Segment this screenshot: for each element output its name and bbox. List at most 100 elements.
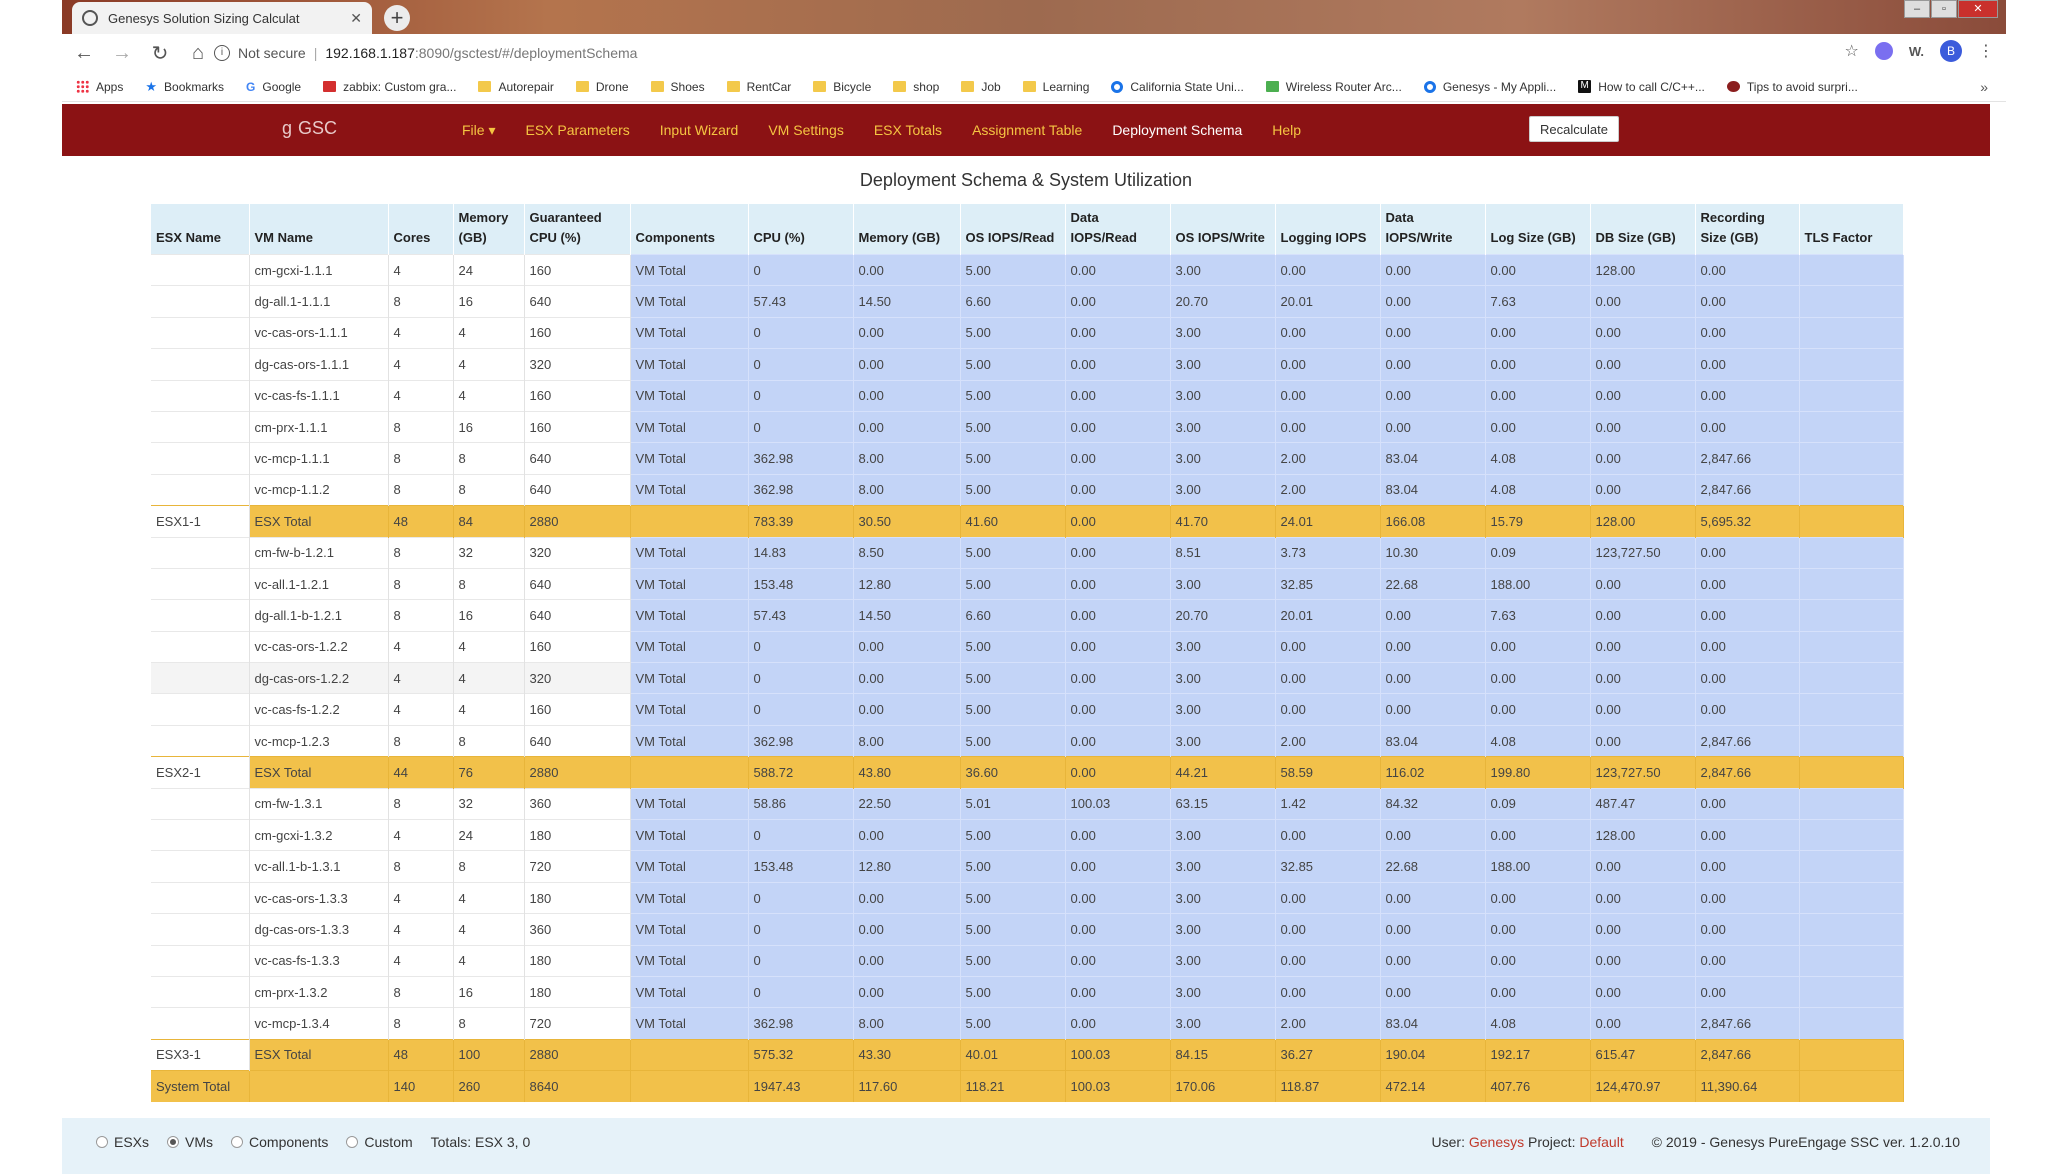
gsc-logo[interactable]: ɡ GSC: [282, 118, 337, 139]
column-header[interactable]: Memory (GB): [853, 204, 961, 255]
minimize-icon[interactable]: –: [1904, 0, 1930, 18]
vm-row[interactable]: vc-cas-fs-1.2.2 4 4 160 VM Total 0 0.00 5.00 0.0…: [151, 693, 1904, 726]
column-header[interactable]: VM Name: [249, 204, 389, 255]
vm-row[interactable]: vc-cas-fs-1.3.3 4 4 180 VM Total 0 0.00 5.00 0.0…: [151, 944, 1904, 977]
bookmark-item[interactable]: Wireless Router Arc...: [1265, 80, 1402, 94]
forward-arrow-icon[interactable]: →: [106, 42, 138, 65]
reload-icon[interactable]: ↻: [144, 41, 176, 66]
table-cell: vc-all.1-b-1.3.1: [249, 850, 389, 883]
bookmark-item[interactable]: G Google: [246, 80, 301, 94]
menu-item-file[interactable]: File ▾: [462, 122, 495, 139]
column-header[interactable]: DB Size (GB): [1590, 204, 1696, 255]
extension-icon[interactable]: [1874, 42, 1893, 60]
column-header[interactable]: ESX Name: [151, 204, 250, 255]
vm-row[interactable]: vc-mcp-1.3.4 8 8 720 VM Total 362.98 8.00 5.00 0…: [151, 1007, 1904, 1040]
vm-row[interactable]: cm-prx-1.1.1 8 16 160 VM Total 0 0.00 5.00 0.00 3…: [151, 410, 1904, 443]
menu-item-input-wizard[interactable]: Input Wizard: [660, 122, 739, 138]
radio-label[interactable]: VMs: [185, 1134, 213, 1150]
vm-row[interactable]: dg-cas-ors-1.3.3 4 4 360 VM Total 0 0.00 5.00 0.…: [151, 913, 1904, 946]
close-tab-icon[interactable]: ✕: [350, 10, 362, 27]
vm-row[interactable]: vc-mcp-1.1.1 8 8 640 VM Total 362.98 8.00 5.00 0…: [151, 442, 1904, 475]
vm-row[interactable]: dg-all.1-b-1.2.1 8 16 640 VM Total 57.43 14.50…: [151, 599, 1904, 632]
vm-row[interactable]: vc-cas-fs-1.1.1 4 4 160 VM Total 0 0.00 5.00 0.0…: [151, 379, 1904, 412]
menu-item-assignment-table[interactable]: Assignment Table: [972, 122, 1082, 138]
browser-menu-icon[interactable]: ⋮: [1978, 41, 1994, 61]
radio-vms[interactable]: [167, 1136, 180, 1148]
column-header[interactable]: Guaranteed CPU (%): [524, 204, 631, 255]
column-header[interactable]: Logging IOPS: [1275, 204, 1381, 255]
bookmark-item[interactable]: Shoes: [650, 80, 705, 94]
vm-row[interactable]: dg-all.1-1.1.1 8 16 640 VM Total 57.43 14.50 6.…: [151, 285, 1904, 318]
vm-row[interactable]: dg-cas-ors-1.2.2 4 4 320 VM Total 0 0.00 5.00 0.…: [151, 662, 1904, 694]
recalculate-button[interactable]: Recalculate: [1529, 116, 1619, 142]
bookmark-item[interactable]: M How to call C/C++...: [1578, 80, 1705, 94]
radio-custom[interactable]: [346, 1136, 359, 1148]
vm-row[interactable]: vc-cas-ors-1.2.2 4 4 160 VM Total 0 0.00 5.00 0.…: [151, 630, 1904, 663]
column-header[interactable]: OS IOPS/Write: [1170, 204, 1276, 255]
bookmark-item[interactable]: RentCar: [726, 80, 791, 94]
radio-label[interactable]: ESXs: [114, 1134, 149, 1150]
maximize-icon[interactable]: ▫: [1931, 0, 1957, 18]
bookmark-item[interactable]: Learning: [1022, 80, 1089, 94]
bookmark-item[interactable]: Tips to avoid surpri...: [1726, 80, 1858, 94]
column-header[interactable]: Recording Size (GB): [1695, 204, 1800, 255]
vm-row[interactable]: vc-cas-ors-1.1.1 4 4 160 VM Total 0 0.00 5.00 0.…: [151, 316, 1904, 349]
vm-row[interactable]: cm-fw-1.3.1 8 32 360 VM Total 58.86 22.50 5.01 1…: [151, 787, 1904, 820]
close-window-icon[interactable]: ✕: [1958, 0, 1998, 18]
vm-row[interactable]: cm-fw-b-1.2.1 8 32 320 VM Total 14.83 8.50 5.00…: [151, 536, 1904, 569]
column-header[interactable]: Data IOPS/Read: [1065, 204, 1171, 255]
table-cell: 41.70: [1170, 505, 1276, 538]
bookmark-item[interactable]: Bicycle: [813, 80, 871, 94]
vm-row[interactable]: cm-gcxi-1.1.1 4 24 160 VM Total 0 0.00 5.00 0.00…: [151, 253, 1904, 286]
bookmark-item[interactable]: Drone: [575, 80, 629, 94]
esx-total-row[interactable]: ESX1-1 ESX Total 48 84 2880 783.39 30.50 41.60 0…: [151, 505, 1904, 538]
bookmark-item[interactable]: Job: [961, 80, 1001, 94]
vm-row[interactable]: vc-all.1-1.2.1 8 8 640 VM Total 153.48 12.80 5.…: [151, 567, 1904, 600]
column-header[interactable]: Data IOPS/Write: [1380, 204, 1486, 255]
bookmark-item[interactable]: ★ Bookmarks: [145, 79, 224, 95]
vm-row[interactable]: vc-all.1-b-1.3.1 8 8 720 VM Total 153.48 12.80…: [151, 850, 1904, 883]
column-header[interactable]: Memory (GB): [453, 204, 525, 255]
extension-w-icon[interactable]: W.: [1909, 44, 1924, 59]
vm-row[interactable]: vc-mcp-1.2.3 8 8 640 VM Total 362.98 8.00 5.00 0…: [151, 724, 1904, 757]
esx-total-row[interactable]: ESX3-1 ESX Total 48 100 2880 575.32 43.30 40.01…: [151, 1038, 1904, 1071]
esx-total-row[interactable]: ESX2-1 ESX Total 44 76 2880 588.72 43.80 36.60 0…: [151, 756, 1904, 789]
bookmark-star-icon[interactable]: ☆: [1844, 41, 1858, 61]
profile-avatar[interactable]: B: [1940, 40, 1962, 62]
radio-components[interactable]: [231, 1136, 244, 1148]
bookmark-item[interactable]: Autorepair: [478, 79, 554, 94]
back-arrow-icon[interactable]: ←: [68, 42, 100, 65]
menu-item-help[interactable]: Help: [1272, 122, 1301, 138]
bookmark-item[interactable]: shop: [893, 80, 939, 94]
menu-item-deployment-schema[interactable]: Deployment Schema: [1112, 122, 1242, 138]
vm-row[interactable]: vc-mcp-1.1.2 8 8 640 VM Total 362.98 8.00 5.00 0…: [151, 473, 1904, 506]
bookmarks-overflow-icon[interactable]: »: [1980, 79, 1988, 95]
column-header[interactable]: Components: [630, 204, 749, 255]
menu-item-esx-totals[interactable]: ESX Totals: [874, 122, 942, 138]
url-text[interactable]: 192.168.1.187:8090/gsctest/#/deploymentS…: [325, 45, 637, 61]
column-header[interactable]: TLS Factor: [1799, 204, 1904, 255]
vm-row[interactable]: dg-cas-ors-1.1.1 4 4 320 VM Total 0 0.00 5.00 0.…: [151, 348, 1904, 381]
column-header[interactable]: Cores: [388, 204, 454, 255]
address-bar[interactable]: i Not secure | 192.168.1.187:8090/gsctes…: [202, 38, 1912, 68]
radio-esxs[interactable]: [96, 1136, 108, 1148]
bookmark-item[interactable]: Apps: [76, 80, 123, 94]
system-total-row[interactable]: System Total 140 260 8640 1947.43 117.60 118.2…: [151, 1070, 1904, 1103]
menu-item-esx-parameters[interactable]: ESX Parameters: [525, 122, 629, 138]
bookmark-item[interactable]: California State Uni...: [1111, 80, 1244, 94]
bookmark-label: Autorepair: [498, 79, 554, 94]
bookmark-item[interactable]: zabbix: Custom gra...: [323, 80, 456, 94]
new-tab-button[interactable]: +: [384, 5, 410, 31]
radio-label[interactable]: Custom: [364, 1134, 412, 1150]
vm-row[interactable]: vc-cas-ors-1.3.3 4 4 180 VM Total 0 0.00 5.00 0.…: [151, 881, 1904, 914]
browser-tab[interactable]: Genesys Solution Sizing Calculat ✕: [72, 2, 372, 34]
info-icon[interactable]: i: [214, 45, 230, 61]
column-header[interactable]: OS IOPS/Read: [960, 204, 1066, 255]
column-header[interactable]: CPU (%): [748, 204, 854, 255]
menu-item-vm-settings[interactable]: VM Settings: [768, 122, 843, 138]
column-header[interactable]: Log Size (GB): [1485, 204, 1591, 255]
radio-label[interactable]: Components: [249, 1134, 328, 1150]
vm-row[interactable]: cm-prx-1.3.2 8 16 180 VM Total 0 0.00 5.00 0.00 3…: [151, 975, 1904, 1008]
bookmark-item[interactable]: Genesys - My Appli...: [1423, 80, 1556, 94]
vm-row[interactable]: cm-gcxi-1.3.2 4 24 180 VM Total 0 0.00 5.00 0.00…: [151, 819, 1904, 851]
